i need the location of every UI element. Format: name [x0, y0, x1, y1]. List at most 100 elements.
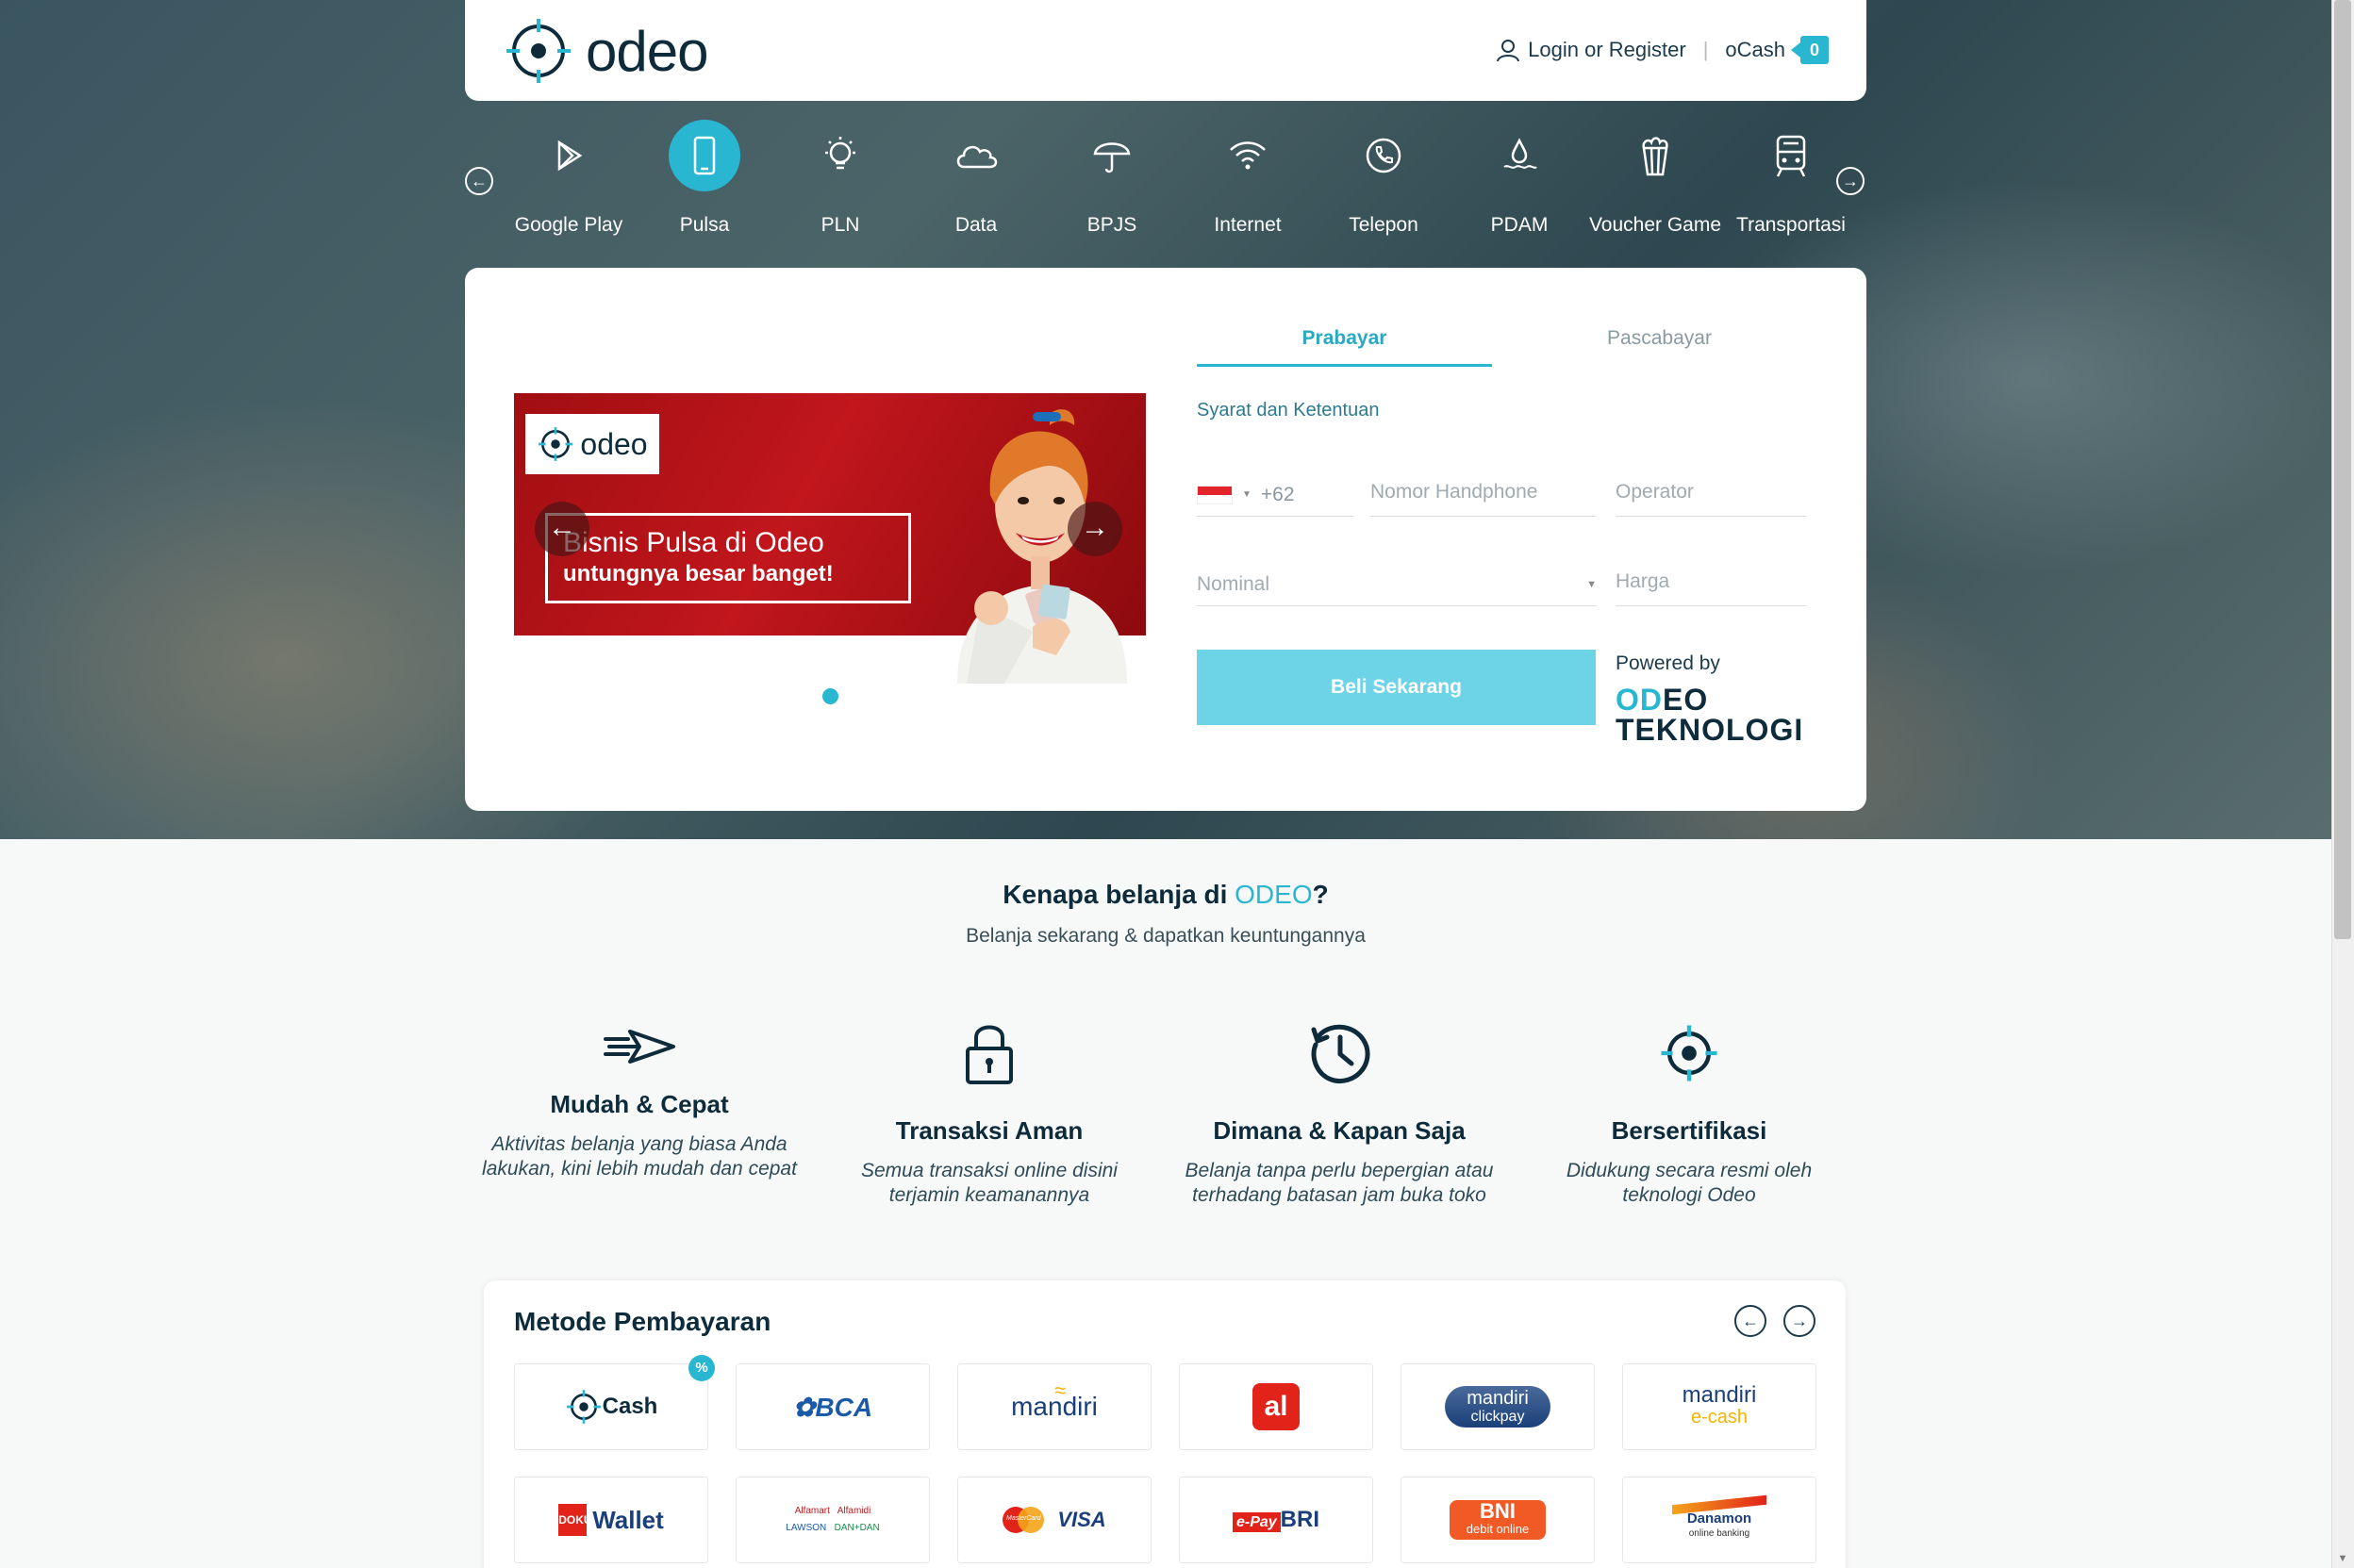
- feature-description: Didukung secara resmi oleh teknologi Ode…: [1566, 1160, 1813, 1206]
- mastercard-logo: MasterCard: [1003, 1507, 1045, 1533]
- header-separator: |: [1702, 38, 1709, 61]
- feature-title: Bersertifikasi: [1611, 1116, 1767, 1145]
- category-telepon[interactable]: Telepon: [1316, 118, 1451, 259]
- scroll-down-icon[interactable]: ▼: [2337, 1553, 2348, 1564]
- operator-field[interactable]: [1616, 473, 1806, 517]
- indonesia-flag-icon: [1197, 485, 1233, 504]
- clock-icon: [1311, 1024, 1370, 1084]
- payment-retail-stores[interactable]: Alfamart Alfamidi LAWSON DAN+DAN: [736, 1477, 930, 1563]
- ocash-label[interactable]: oCash: [1725, 38, 1785, 62]
- wifi-icon: [1230, 141, 1266, 170]
- category-label: Google Play: [514, 214, 623, 236]
- payment-epay-bri[interactable]: e-Pay BRI: [1179, 1477, 1373, 1563]
- tab-pascabayar[interactable]: Pascabayar: [1512, 320, 1807, 367]
- country-code: +62: [1260, 483, 1295, 505]
- payment-mandiri-clickpay[interactable]: mandiri clickpay: [1401, 1363, 1595, 1450]
- arrow-left-icon: ←: [548, 512, 576, 543]
- category-internet[interactable]: Internet: [1180, 118, 1316, 259]
- category-label: Data: [954, 214, 998, 236]
- category-label: Telepon: [1349, 214, 1418, 236]
- payment-mandiri-ecash[interactable]: mandiri e-cash: [1622, 1363, 1816, 1450]
- tab-prabayar[interactable]: Prabayar: [1197, 320, 1492, 367]
- category-nav: ← → Google Play Pulsa PLN Data BPJS Inte…: [465, 118, 1866, 259]
- caret-down-icon: ▼: [1242, 489, 1252, 500]
- payment-doku-wallet[interactable]: DOKU Wallet: [514, 1477, 708, 1563]
- header-right: Login or Register | oCash 0: [1496, 36, 1829, 64]
- payment-prev-button[interactable]: ←: [1734, 1305, 1766, 1337]
- page-scrollbar[interactable]: ▲ ▼: [2331, 0, 2354, 1568]
- category-voucher-game[interactable]: Voucher Game: [1587, 118, 1723, 259]
- nominal-placeholder: Nominal: [1197, 572, 1270, 595]
- category-label: PLN: [821, 214, 860, 236]
- payment-ocash[interactable]: Cash %: [514, 1355, 715, 1450]
- banner-logo: odeo: [525, 414, 659, 474]
- ocash-logo-text: Cash: [602, 1394, 658, 1419]
- scrollbar-thumb[interactable]: [2334, 0, 2351, 939]
- category-transportasi[interactable]: Transportasi: [1723, 118, 1859, 259]
- feature-transaksi-aman: Transaksi Aman Semua transaksi online di…: [829, 1009, 1150, 1208]
- caret-down-icon: ▼: [1586, 578, 1597, 590]
- category-google-play[interactable]: Google Play: [501, 118, 637, 259]
- price-input: [1616, 563, 1806, 601]
- purchase-card: odeo Bisnis Pulsa di Odeo untungnya besa…: [465, 268, 1866, 811]
- banner-logo-text: odeo: [580, 426, 648, 461]
- wallet-text: Wallet: [592, 1505, 664, 1534]
- banner-tagline: Bisnis Pulsa di Odeo untungnya besar ban…: [545, 513, 911, 603]
- feature-dimana-kapan-saja: Dimana & Kapan Saja Belanja tanpa perlu …: [1179, 1009, 1500, 1208]
- feature-mudah-cepat: Mudah & Cepat Aktivitas belanja yang bia…: [479, 1009, 800, 1181]
- payment-danamon[interactable]: Danamon online banking: [1622, 1477, 1816, 1563]
- retail-stores-logo: Alfamart Alfamidi LAWSON DAN+DAN: [786, 1506, 880, 1533]
- payment-methods-title: Metode Pembayaran: [514, 1307, 771, 1336]
- odeo-target-icon: [566, 1390, 601, 1424]
- terms-link[interactable]: Syarat dan Ketentuan: [1197, 400, 1379, 421]
- powered-by-label: Powered by: [1616, 652, 1720, 674]
- why-subtitle: Belanja sekarang & dapatkan keuntunganny…: [966, 925, 1366, 947]
- category-pln[interactable]: PLN: [772, 118, 908, 259]
- category-pulsa[interactable]: Pulsa: [637, 118, 772, 259]
- odeo-target-icon: [506, 19, 571, 83]
- banner-next-button[interactable]: →: [1068, 502, 1122, 556]
- danamon-logo: Danamon online banking: [1672, 1494, 1766, 1541]
- nominal-select[interactable]: Nominal ▼: [1197, 563, 1597, 606]
- telephone-icon: [1366, 138, 1401, 173]
- payment-bca[interactable]: ✿BCA: [736, 1363, 930, 1450]
- category-pdam[interactable]: PDAM: [1451, 118, 1587, 259]
- payment-card[interactable]: MasterCard VISA: [957, 1477, 1152, 1563]
- buy-now-button[interactable]: Beli Sekarang: [1197, 650, 1596, 725]
- country-code-select[interactable]: ▼ +62: [1197, 473, 1353, 517]
- carousel-dot[interactable]: [822, 688, 838, 704]
- price-field: [1616, 563, 1806, 606]
- mandiri-clickpay-logo: mandiri clickpay: [1445, 1386, 1550, 1428]
- operator-input[interactable]: [1616, 473, 1806, 511]
- phone-number-field[interactable]: [1370, 473, 1597, 517]
- arrow-right-icon: →: [1791, 1312, 1808, 1330]
- epay-bri-logo: e-Pay BRI: [1232, 1507, 1319, 1533]
- payment-next-button[interactable]: →: [1783, 1305, 1815, 1337]
- google-play-icon: [557, 140, 583, 172]
- visa-logo: VISA: [1057, 1508, 1106, 1531]
- payment-mandiri[interactable]: mandiri ≈: [957, 1363, 1152, 1450]
- arrow-left-icon: ←: [1742, 1312, 1759, 1330]
- padlock-icon: [966, 1025, 1013, 1084]
- site-header: odeo Login or Register | oCash 0: [465, 0, 1866, 101]
- payment-bni-debit[interactable]: BNI debit online: [1401, 1477, 1595, 1563]
- category-bpjs[interactable]: BPJS: [1044, 118, 1180, 259]
- payment-akulaku[interactable]: al: [1179, 1363, 1373, 1450]
- powered-by: Powered by ODEO TEKNOLOGI: [1616, 652, 1803, 745]
- feature-bersertifikasi: Bersertifikasi Didukung secara resmi ole…: [1529, 1009, 1849, 1208]
- category-data[interactable]: Data: [908, 118, 1044, 259]
- arrow-right-icon: →: [1081, 512, 1109, 543]
- banner-prev-button[interactable]: ←: [535, 502, 589, 556]
- login-register-link[interactable]: Login or Register: [1496, 38, 1686, 62]
- odeo-target-icon: [1661, 1025, 1717, 1081]
- odeo-logo[interactable]: odeo: [503, 15, 708, 87]
- phone-number-input[interactable]: [1370, 473, 1597, 511]
- feature-title: Mudah & Cepat: [550, 1090, 729, 1118]
- payment-type-tabs: Prabayar Pascabayar: [1197, 320, 1826, 367]
- category-label: Pulsa: [679, 214, 730, 236]
- phone-icon: [693, 136, 716, 175]
- category-label: Transportasi: [1736, 214, 1846, 236]
- bni-logo: BNI debit online: [1450, 1500, 1546, 1540]
- promo-banner[interactable]: odeo Bisnis Pulsa di Odeo untungnya besa…: [514, 393, 1146, 684]
- water-drop-icon: [1503, 138, 1537, 169]
